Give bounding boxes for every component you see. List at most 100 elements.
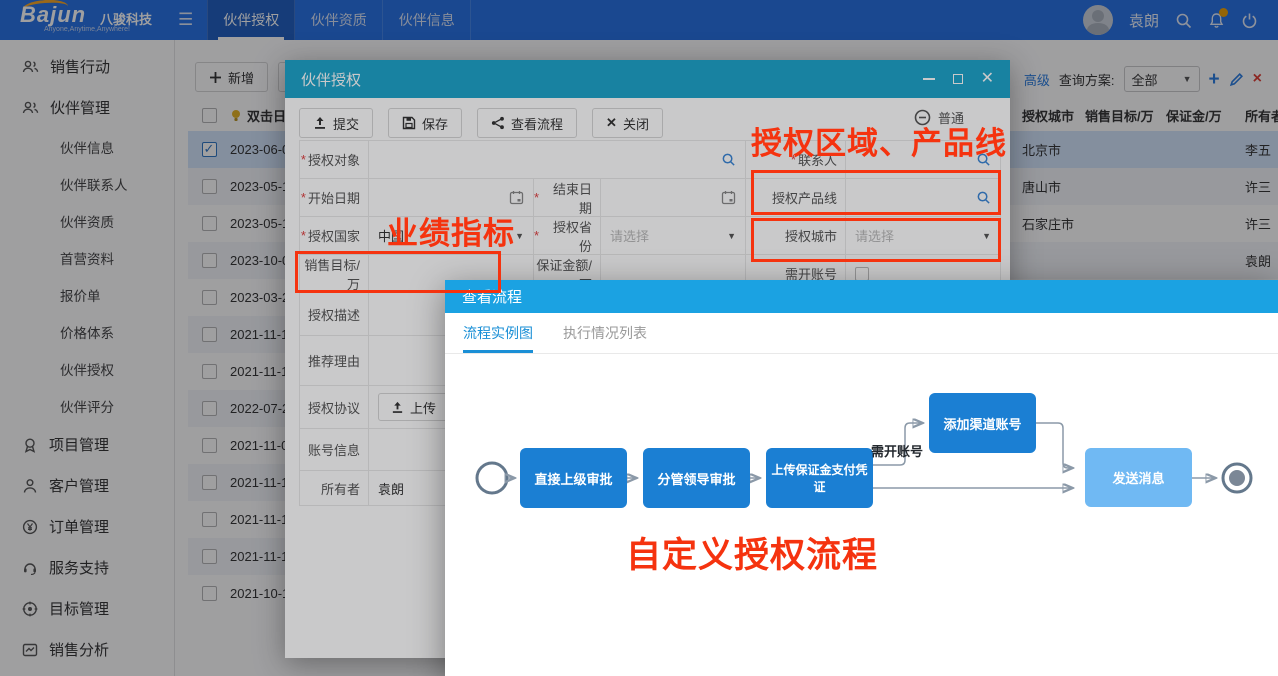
sidebar-item-订单管理[interactable]: 订单管理 [0,506,174,547]
delete-query-plan-icon[interactable]: × [1253,71,1262,87]
query-plan-label: 查询方案: [1059,70,1115,89]
flow-canvas: 直接上级审批 分管领导审批 上传保证金支付凭证 添加渠道账号 发送消息 需开账号 [445,354,1278,675]
flow-node-add-channel-account[interactable]: 添加渠道账号 [929,393,1036,453]
sidebar-label: 伙伴联系人 [60,174,128,194]
flow-node-division-leader-approval[interactable]: 分管领导审批 [643,448,750,508]
add-new-label: 新增 [228,68,254,87]
owner-label: 所有者 [300,471,369,506]
add-query-plan-icon[interactable]: + [1209,70,1220,89]
sidebar-subitem-伙伴资质[interactable]: 伙伴资质 [0,202,174,239]
row-checkbox[interactable] [202,216,217,231]
sidebar-subitem-首营资料[interactable]: 首营资料 [0,239,174,276]
sidebar-item-伙伴管理[interactable]: 伙伴管理 [0,87,174,128]
row-checkbox[interactable] [202,438,217,453]
row-checkbox[interactable] [202,475,217,490]
edit-query-plan-icon[interactable] [1229,72,1244,87]
sidebar-item-销售分析[interactable]: 销售分析 [0,629,174,670]
target-icon [22,601,38,617]
row-checkbox[interactable] [202,179,217,194]
query-plan-select[interactable]: 全部 ▼ [1124,66,1200,92]
advanced-search-link[interactable]: 高级 [1024,70,1050,89]
notification-bell-icon[interactable] [1208,12,1225,29]
auth-desc-label: 授权描述 [300,293,369,336]
sidebar-label: 销售分析 [49,639,109,660]
search-icon[interactable] [721,152,736,167]
row-checkbox[interactable] [202,401,217,416]
flow-node-send-message[interactable]: 发送消息 [1085,448,1192,507]
row-checkbox[interactable] [202,512,217,527]
row-checkbox[interactable] [202,364,217,379]
annotation-box-sales-target [295,251,501,293]
sidebar-subitem-伙伴评分[interactable]: 伙伴评分 [0,387,174,424]
start-date-field[interactable] [369,179,534,217]
auth-object-field[interactable] [369,141,746,179]
maximize-icon[interactable] [953,74,963,84]
sidebar-subitem-伙伴联系人[interactable]: 伙伴联系人 [0,165,174,202]
province-label: 授权省份 [534,217,601,255]
owner-column-header: 所有者 [1245,106,1278,125]
tab-execution-list[interactable]: 执行情况列表 [563,313,647,353]
minimize-icon[interactable] [923,78,935,80]
sidebar-subitem-报价单[interactable]: 报价单 [0,276,174,313]
sidebar-subitem-伙伴授权[interactable]: 伙伴授权 [0,350,174,387]
row-city: 石家庄市 [1022,214,1085,233]
flow-node-upload-deposit-voucher[interactable]: 上传保证金支付凭证 [766,448,873,508]
row-checkbox[interactable] [202,327,217,342]
close-form-button[interactable]: ✕ 关闭 [592,108,663,138]
deposit-column-header: 保证金/万 [1166,106,1245,125]
sidebar-item-销售行动[interactable]: 销售行动 [0,46,174,87]
row-checkbox[interactable] [202,586,217,601]
plus-icon [209,71,222,84]
row-checkbox[interactable] [202,290,217,305]
sidebar-item-项目管理[interactable]: 项目管理 [0,424,174,465]
sidebar-label: 首营资料 [60,248,114,268]
nav-tab-partner-qualification[interactable]: 伙伴资质 [295,0,383,40]
sidebar-subitem-伙伴信息[interactable]: 伙伴信息 [0,128,174,165]
chevron-down-icon: ▼ [1183,74,1192,84]
query-plan-value: 全部 [1132,70,1158,89]
upload-button[interactable]: 上传 [378,393,449,421]
search-icon[interactable] [1175,12,1192,29]
upload-icon [313,116,327,130]
power-icon[interactable] [1241,12,1258,29]
country-label: 授权国家 [300,217,369,255]
chevron-down-icon: ▼ [727,231,736,241]
start-date-label: 开始日期 [300,179,369,217]
province-select[interactable]: 请选择 ▼ [601,217,746,255]
calendar-icon [721,190,736,205]
sidebar-item-服务支持[interactable]: 服务支持 [0,547,174,588]
sidebar-label: 项目管理 [49,434,109,455]
annotation-custom-flow-text: 自定义授权流程 [626,537,878,576]
floppy-icon [402,116,416,130]
select-all-checkbox[interactable] [202,108,217,123]
tab-flow-instance-diagram[interactable]: 流程实例图 [463,313,533,353]
close-icon[interactable]: ✕ [981,71,994,87]
row-owner: 许三 [1245,214,1278,233]
save-button[interactable]: 保存 [388,108,462,138]
sidebar-label: 价格体系 [60,322,114,342]
sidebar-item-目标管理[interactable]: 目标管理 [0,588,174,629]
view-flow-button[interactable]: 查看流程 [477,108,577,138]
add-new-button[interactable]: 新增 [195,62,268,92]
chevron-down-icon: ▼ [515,231,524,241]
row-checkbox[interactable] [202,253,217,268]
submit-button[interactable]: 提交 [299,108,373,138]
need-account-checkbox[interactable] [855,267,869,281]
user-avatar[interactable] [1083,5,1113,35]
sidebar-subitem-价格体系[interactable]: 价格体系 [0,313,174,350]
notification-badge [1219,8,1228,17]
window-controls: ✕ [923,71,994,87]
sidebar-item-客户管理[interactable]: 客户管理 [0,465,174,506]
row-checkbox[interactable] [202,549,217,564]
nav-tab-partner-auth[interactable]: 伙伴授权 [207,0,295,40]
nav-tab-partner-info[interactable]: 伙伴信息 [383,0,471,40]
priority-badge[interactable]: 普通 [914,108,964,127]
end-date-field[interactable] [601,179,746,217]
flow-node-direct-supervisor-approval[interactable]: 直接上级审批 [520,448,627,508]
flow-tabs: 流程实例图 执行情况列表 [445,313,1278,354]
hamburger-menu-icon[interactable]: ☰ [178,10,193,30]
row-checkbox[interactable] [202,142,217,157]
upload-icon [391,401,404,414]
logo-text-en: Bajun [20,2,86,28]
sidebar: 销售行动伙伴管理伙伴信息伙伴联系人伙伴资质首营资料报价单价格体系伙伴授权伙伴评分… [0,40,175,676]
